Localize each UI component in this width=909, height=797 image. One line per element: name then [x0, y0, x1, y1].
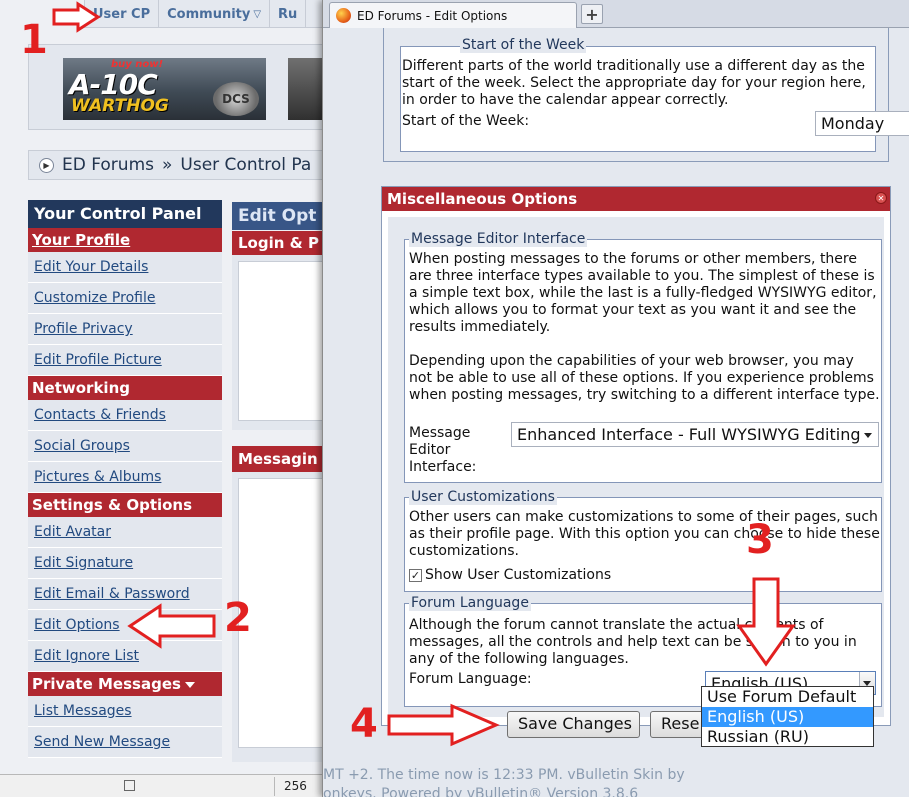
- nav-community-label: Community: [167, 6, 251, 22]
- misc-options-header: Miscellaneous Options ✕: [382, 187, 890, 211]
- annotation-arrow-4-icon: [387, 703, 500, 747]
- breadcrumb-page[interactable]: User Control Pa: [180, 155, 311, 175]
- start-week-value: Monday: [821, 114, 885, 133]
- annotation-arrow-2-icon: [127, 603, 216, 649]
- page-content: Start of the Week Different parts of the…: [323, 28, 909, 797]
- annotation-step-1: 1: [20, 17, 48, 63]
- browser-window: ED Forums - Edit Options + Start of the …: [322, 0, 909, 797]
- collapse-icon[interactable]: ✕: [875, 192, 887, 204]
- misc-options-panel: Miscellaneous Options ✕ Message Editor I…: [381, 186, 891, 726]
- chevron-down-icon: [184, 682, 195, 688]
- nav-community[interactable]: Community ▽: [159, 0, 271, 28]
- tab-bar: ED Forums - Edit Options +: [323, 0, 909, 28]
- breadcrumb-separator: »: [162, 155, 173, 175]
- sidebar-item-edit-avatar[interactable]: Edit Avatar: [28, 517, 222, 548]
- start-week-panel: Start of the Week Different parts of the…: [383, 28, 909, 162]
- a10c-banner[interactable]: buy now! A-10C WARTHOG DCS: [63, 58, 266, 120]
- control-panel-title: Your Control Panel: [28, 200, 222, 228]
- misc-options-inner: Message Editor Interface When posting me…: [388, 217, 884, 717]
- customizations-fieldset: User Customizations Other users can make…: [404, 489, 882, 592]
- breadcrumb: ▶ ED Forums » User Control Pa: [28, 150, 322, 180]
- second-banner[interactable]: [288, 58, 322, 120]
- sidebar-item-send-message[interactable]: Send New Message: [28, 727, 222, 758]
- language-option[interactable]: Russian (RU): [702, 727, 873, 747]
- section-your-profile[interactable]: Your Profile: [28, 228, 222, 252]
- nav-ru-label: Ru: [278, 6, 298, 22]
- section-networking: Networking: [28, 376, 222, 400]
- editor-description-1: When posting messages to the forums or o…: [409, 251, 877, 335]
- status-bar: 256: [0, 774, 322, 797]
- start-week-legend: Start of the Week: [460, 37, 587, 53]
- section-settings: Settings & Options: [28, 493, 222, 517]
- messaging-heading: Messagin: [232, 446, 322, 472]
- sidebar-item-contacts[interactable]: Contacts & Friends: [28, 400, 222, 431]
- misc-options-body: Message Editor Interface When posting me…: [382, 211, 890, 725]
- annotation-step-3: 3: [746, 517, 774, 563]
- forum-top-nav: User CP Community ▽ Ru: [84, 0, 322, 28]
- customizations-checkbox[interactable]: ✓: [409, 568, 422, 582]
- customizations-description: Other users can make customizations to s…: [409, 509, 880, 559]
- login-panel-inner: [238, 261, 322, 421]
- customizations-legend: User Customizations: [409, 489, 557, 505]
- tab-edit-options[interactable]: ED Forums - Edit Options: [329, 2, 577, 28]
- chevron-down-icon: ▽: [253, 8, 262, 20]
- editor-legend: Message Editor Interface: [409, 231, 588, 247]
- start-week-select[interactable]: Monday: [815, 111, 909, 136]
- editor-label: Message Editor Interface:: [409, 425, 477, 475]
- language-label: Forum Language:: [409, 671, 532, 687]
- page-icon: [124, 780, 135, 791]
- login-panel: [232, 255, 322, 430]
- section-private-messages-label: Private Messages: [32, 675, 181, 693]
- screenshot-root: User CP Community ▽ Ru buy now! A-10C WAR…: [0, 0, 909, 797]
- customizations-checkbox-label[interactable]: Show User Customizations: [425, 567, 611, 583]
- editor-description-2: Depending upon the capabilities of your …: [409, 353, 880, 403]
- sidebar-item-pictures[interactable]: Pictures & Albums: [28, 462, 222, 493]
- page-footer: MT +2. The time now is 12:33 PM. vBullet…: [323, 766, 909, 797]
- sidebar-item-customize-profile[interactable]: Customize Profile: [28, 283, 222, 314]
- sidebar-item-profile-picture[interactable]: Edit Profile Picture: [28, 345, 222, 376]
- tab-title: ED Forums - Edit Options: [357, 8, 508, 23]
- customizations-checkbox-row[interactable]: ✓ Show User Customizations: [409, 567, 611, 583]
- breadcrumb-site[interactable]: ED Forums: [62, 155, 154, 175]
- language-description: Although the forum cannot translate the …: [409, 617, 857, 667]
- footer-line-1: MT +2. The time now is 12:33 PM. vBullet…: [323, 767, 685, 783]
- start-week-description: Different parts of the world traditional…: [402, 58, 866, 108]
- status-separator: [274, 777, 275, 796]
- site-favicon-icon: [336, 8, 351, 23]
- status-zoom: 256: [284, 779, 307, 793]
- editor-select[interactable]: Enhanced Interface - Full WYSIWYG Editin…: [511, 422, 879, 447]
- annotation-step-2: 2: [224, 595, 252, 641]
- language-legend: Forum Language: [409, 595, 531, 611]
- language-option-selected[interactable]: English (US): [702, 707, 873, 727]
- sidebar-item-edit-details[interactable]: Edit Your Details: [28, 252, 222, 283]
- forum-back-window: User CP Community ▽ Ru buy now! A-10C WAR…: [0, 0, 322, 797]
- language-dropdown-list: Use Forum Default English (US) Russian (…: [701, 686, 874, 747]
- annotation-arrow-1-icon: [52, 1, 101, 33]
- sidebar-item-profile-privacy[interactable]: Profile Privacy: [28, 314, 222, 345]
- editor-select-value: Enhanced Interface - Full WYSIWYG Editin…: [517, 425, 861, 444]
- language-option[interactable]: Use Forum Default: [702, 687, 873, 707]
- misc-options-title: Miscellaneous Options: [387, 190, 578, 208]
- banner-subtitle: WARTHOG: [71, 96, 169, 116]
- annotation-step-4: 4: [350, 701, 378, 747]
- start-week-label: Start of the Week:: [402, 113, 530, 129]
- section-private-messages[interactable]: Private Messages: [28, 672, 222, 696]
- sidebar-item-list-messages[interactable]: List Messages: [28, 696, 222, 727]
- login-heading: Login & P: [232, 231, 322, 255]
- control-panel-sidebar: Your Control Panel Your Profile Edit You…: [28, 200, 222, 758]
- breadcrumb-arrow-icon[interactable]: ▶: [39, 157, 54, 173]
- dcs-logo: DCS: [213, 82, 259, 116]
- banner-area: buy now! A-10C WARTHOG DCS: [28, 44, 322, 130]
- annotation-arrow-3-icon: [736, 577, 796, 667]
- editor-fieldset: Message Editor Interface When posting me…: [404, 231, 882, 483]
- nav-ru[interactable]: Ru: [270, 0, 307, 28]
- footer-line-2: onkeys. Powered by vBulletin® Version 3.…: [323, 786, 639, 797]
- edit-options-heading: Edit Opt: [232, 202, 322, 230]
- new-tab-button[interactable]: +: [581, 4, 603, 24]
- chevron-down-icon: [864, 433, 872, 438]
- sidebar-item-social-groups[interactable]: Social Groups: [28, 431, 222, 462]
- sidebar-item-edit-signature[interactable]: Edit Signature: [28, 548, 222, 579]
- save-changes-button[interactable]: Save Changes: [507, 711, 640, 738]
